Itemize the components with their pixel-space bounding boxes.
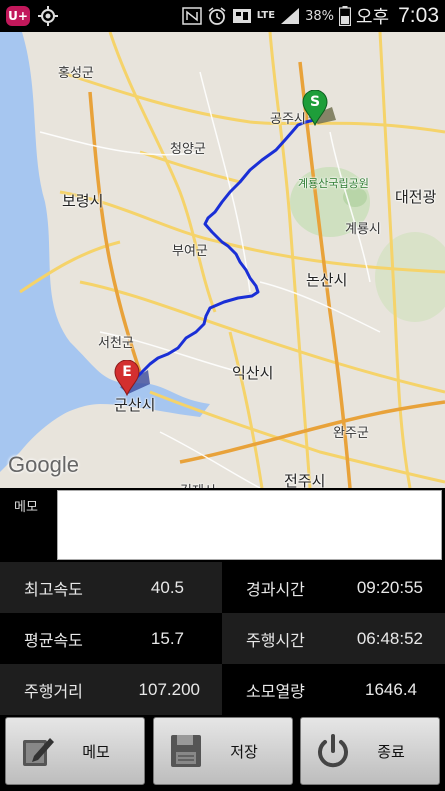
stat-label: 주행거리: [24, 681, 83, 701]
stat-avg-speed: 평균속도 15.7: [0, 613, 222, 664]
stat-label: 경과시간: [246, 579, 305, 599]
memo-label: 메모: [14, 500, 38, 515]
stat-riding-time: 주행시간 06:48:52: [222, 613, 445, 664]
stat-elapsed-time: 경과시간 09:20:55: [222, 562, 445, 613]
stat-calories: 소모열량 1646.4: [222, 664, 445, 715]
stat-label: 최고속도: [24, 579, 83, 599]
map-label-iksan: 익산시: [232, 364, 274, 382]
map-label-gimje: 김제시: [180, 480, 216, 488]
stat-label: 평균속도: [24, 630, 83, 650]
map-label-buyeo: 부여군: [172, 244, 208, 259]
map-label-seocheon: 서천군: [98, 336, 134, 351]
edit-icon: [23, 738, 54, 766]
power-icon: [318, 734, 348, 768]
stat-value: 107.200: [138, 679, 200, 699]
map-label-gongju: 공주시: [270, 112, 306, 127]
alarm-icon: [208, 7, 226, 25]
stat-value: 06:48:52: [356, 628, 423, 648]
map-label-wanju: 완주군: [333, 426, 369, 441]
map-label-jeonju: 전주시: [284, 472, 326, 488]
map-label-cheongyang: 청양군: [170, 142, 206, 157]
save-icon: [171, 735, 201, 767]
route-map[interactable]: 홍성군 공주시 청양군 계룡산국립공원 대전광 보령시 계룡시 부여군 논산시 …: [0, 32, 445, 488]
map-label-gyeryong: 계룡시: [345, 222, 381, 237]
memo-field[interactable]: [57, 490, 442, 560]
download-icon: [232, 9, 251, 23]
google-logo: Google: [8, 452, 79, 477]
stats-grid: 최고속도 40.5 경과시간 09:20:55 평균속도 15.7 주행시간 0…: [0, 562, 445, 715]
stat-value: 15.7: [150, 628, 184, 648]
gps-icon: [38, 6, 58, 26]
end-marker-label: E: [122, 364, 132, 380]
stat-value: 09:20:55: [356, 577, 423, 597]
map-label-nonsan: 논산시: [306, 271, 348, 289]
stat-distance: 주행거리 107.200: [0, 664, 222, 715]
nfc-icon: [181, 7, 202, 25]
save-button[interactable]: 저장: [153, 717, 293, 785]
map-label-boryeong: 보령시: [62, 192, 104, 210]
lte-indicator: LTE: [256, 10, 276, 21]
clock-time: 7:03: [398, 4, 439, 27]
end-button[interactable]: 종료: [300, 717, 440, 785]
battery-percent: 38%: [305, 8, 334, 24]
map-label-gyeryongsan: 계룡산국립공원: [298, 177, 369, 190]
memo-button-label: 메모: [82, 742, 110, 761]
map-label-gunsan: 군산시: [114, 396, 156, 414]
end-button-label: 종료: [377, 742, 405, 761]
signal-icon: [281, 8, 300, 24]
save-button-label: 저장: [230, 742, 258, 761]
stat-label: 소모열량: [246, 681, 305, 701]
memo-section: 메모: [0, 488, 445, 562]
stat-max-speed: 최고속도 40.5: [0, 562, 222, 613]
action-bar: 메모 저장 종료: [0, 715, 445, 791]
clock-ampm: 오후: [356, 7, 390, 28]
memo-button[interactable]: 메모: [5, 717, 145, 785]
battery-icon: [339, 6, 351, 26]
end-marker[interactable]: E: [114, 360, 140, 396]
stat-value: 40.5: [150, 577, 184, 597]
map-label-daejeon: 대전광: [395, 188, 437, 206]
stat-label: 주행시간: [246, 630, 305, 650]
start-marker-label: S: [309, 94, 321, 110]
status-bar: U+ LTE 38% 오후 7:03: [0, 0, 445, 32]
map-canvas: [0, 32, 445, 488]
carrier-app-icon: U+: [6, 6, 30, 26]
stat-value: 1646.4: [365, 679, 417, 699]
start-marker[interactable]: S: [302, 90, 328, 126]
map-label-hongseong: 홍성군: [58, 66, 94, 81]
